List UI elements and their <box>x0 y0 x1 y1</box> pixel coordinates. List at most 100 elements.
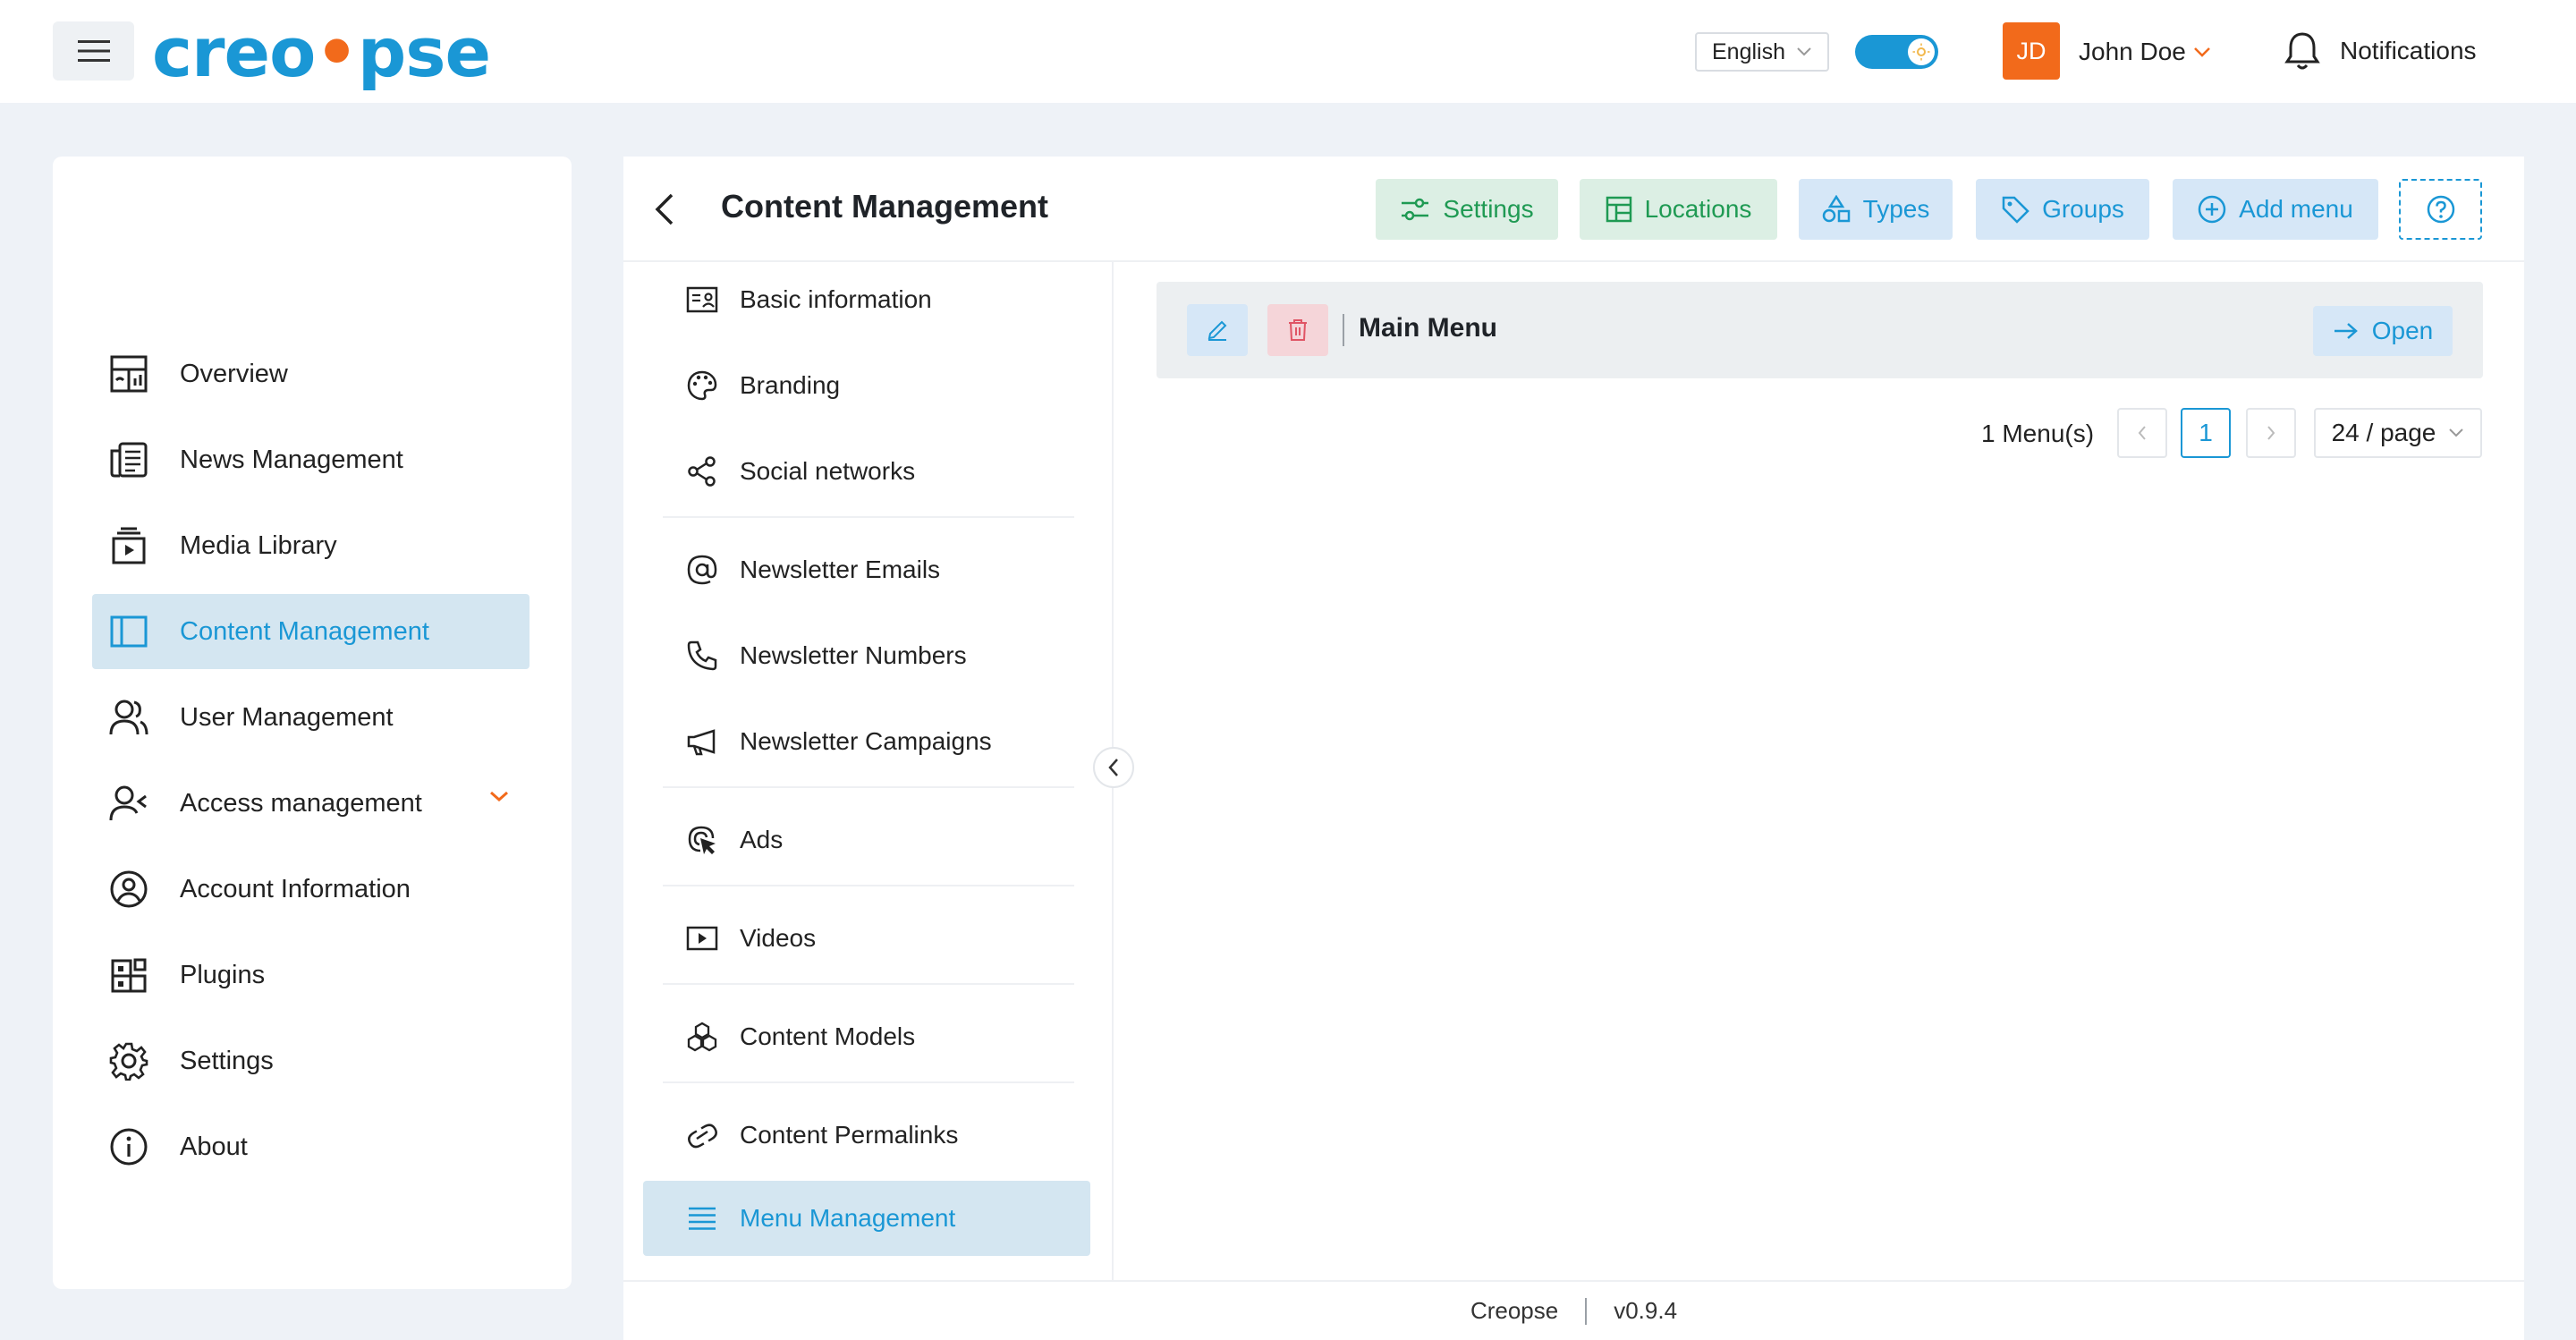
sidebar-item-content-management[interactable]: Content Management <box>92 594 530 669</box>
open-button-label: Open <box>2371 317 2434 344</box>
avatar[interactable]: JD <box>2003 22 2060 80</box>
sidebar-item-settings[interactable]: Settings <box>92 1023 530 1098</box>
sidebar-item-account-information[interactable]: Account Information <box>92 852 530 927</box>
sidebar-item-label: About <box>180 1132 248 1161</box>
sidebar-item-user-management[interactable]: User Management <box>92 680 530 755</box>
users-icon <box>106 695 151 740</box>
sidebar-item-label: Settings <box>180 1046 274 1075</box>
megaphone-icon <box>684 724 720 759</box>
subnav-item-content-models[interactable]: Content Models <box>643 999 1090 1074</box>
cubes-icon <box>684 1019 720 1055</box>
subnav-divider <box>663 885 1074 886</box>
subnav-item-basic-information[interactable]: Basic information <box>643 262 1090 337</box>
types-button-label: Types <box>1862 195 1930 223</box>
chevron-left-icon <box>2138 426 2146 440</box>
hamburger-menu-button[interactable] <box>53 21 134 81</box>
subnav-item-label: Content Permalinks <box>740 1121 959 1149</box>
bell-icon <box>2284 32 2320 70</box>
groups-button-label: Groups <box>2042 195 2124 223</box>
layout-icon <box>1606 196 1631 223</box>
page-number-button[interactable]: 1 <box>2181 408 2231 458</box>
sidebar-item-access-management[interactable]: Access management <box>92 766 530 841</box>
user-menu[interactable]: John Doe <box>2079 34 2211 70</box>
arrow-right-icon <box>2334 323 2358 339</box>
sidebar-item-overview[interactable]: Overview <box>92 336 530 411</box>
list-icon <box>684 1200 720 1236</box>
subnav-item-label: Newsletter Emails <box>740 556 941 583</box>
footer: Creopse v0.9.4 <box>623 1280 2524 1340</box>
theme-toggle[interactable] <box>1855 35 1938 69</box>
logo[interactable]: creo•pse <box>152 14 491 91</box>
subnav-item-label: Newsletter Numbers <box>740 641 967 669</box>
sidebar-item-media-library[interactable]: Media Library <box>92 508 530 583</box>
sidebar-item-about[interactable]: About <box>92 1109 530 1184</box>
content-subnav: Basic information Branding Social networ… <box>623 262 1114 1280</box>
locations-button-label: Locations <box>1644 195 1752 223</box>
subnav-item-newsletter-emails[interactable]: Newsletter Emails <box>643 532 1090 607</box>
info-icon <box>106 1124 151 1169</box>
notifications-button[interactable]: Notifications <box>2283 29 2477 73</box>
id-card-icon <box>684 282 720 318</box>
subnav-divider <box>663 983 1074 985</box>
page-title: Content Management <box>721 188 1049 225</box>
page-size-select[interactable]: 24 / page <box>2314 408 2482 458</box>
subnav-item-social-networks[interactable]: Social networks <box>643 434 1090 509</box>
account-icon <box>106 867 151 912</box>
edit-menu-button[interactable] <box>1187 304 1248 356</box>
link-icon <box>684 1117 720 1153</box>
sidebar-item-plugins[interactable]: Plugins <box>92 937 530 1013</box>
newspaper-icon <box>106 437 151 482</box>
subnav-item-ads[interactable]: Ads <box>643 802 1090 878</box>
layout-icon <box>106 609 151 654</box>
sidebar-item-label: News Management <box>180 445 403 474</box>
subnav-item-branding[interactable]: Branding <box>643 348 1090 423</box>
subnav-item-newsletter-numbers[interactable]: Newsletter Numbers <box>643 618 1090 693</box>
settings-button[interactable]: Settings <box>1376 179 1558 240</box>
menu-list-content: Main Menu Open 1 Menu(s) 1 24 / page <box>1114 262 2524 1280</box>
help-button[interactable] <box>2399 179 2482 240</box>
pencil-icon <box>1208 320 1227 341</box>
settings-button-label: Settings <box>1443 195 1534 223</box>
sidebar-item-label: Account Information <box>180 874 411 903</box>
language-select[interactable]: English <box>1695 32 1829 72</box>
subnav-item-label: Social networks <box>740 457 916 485</box>
plus-circle-icon <box>2198 195 2226 224</box>
subnav-item-label: Menu Management <box>740 1204 956 1232</box>
current-page: 1 <box>2199 419 2213 446</box>
subnav-item-newsletter-campaigns[interactable]: Newsletter Campaigns <box>643 704 1090 779</box>
sidebar-item-label: Plugins <box>180 960 266 989</box>
menu-count: 1 Menu(s) <box>1981 420 2095 447</box>
locations-button[interactable]: Locations <box>1580 179 1777 240</box>
sidebar-item-label: Media Library <box>180 530 337 560</box>
footer-separator <box>1585 1297 1588 1325</box>
phone-icon <box>684 638 720 674</box>
chevron-down-icon <box>1797 47 1811 56</box>
groups-button[interactable]: Groups <box>1976 179 2149 240</box>
subnav-item-menu-management[interactable]: Menu Management <box>643 1181 1090 1256</box>
prev-page-button[interactable] <box>2117 408 2167 458</box>
trash-icon <box>1289 319 1307 341</box>
user-name: John Doe <box>2079 38 2186 65</box>
add-menu-button[interactable]: Add menu <box>2173 179 2378 240</box>
subnav-divider <box>663 516 1074 518</box>
subnav-item-content-permalinks[interactable]: Content Permalinks <box>643 1098 1090 1173</box>
panel-header: Content Management Settings Locations Ty… <box>623 157 2524 262</box>
types-button[interactable]: Types <box>1799 179 1953 240</box>
footer-app-name: Creopse <box>1470 1297 1559 1324</box>
subnav-divider <box>663 1081 1074 1083</box>
subnav-item-label: Content Models <box>740 1022 916 1050</box>
next-page-button[interactable] <box>2246 408 2296 458</box>
add-menu-button-label: Add menu <box>2239 195 2353 223</box>
footer-version: v0.9.4 <box>1614 1297 1678 1324</box>
sidebar-item-news-management[interactable]: News Management <box>92 422 530 497</box>
share-icon <box>684 454 720 489</box>
back-button[interactable] <box>647 190 682 229</box>
user-access-icon <box>106 781 151 826</box>
top-header: creo•pse English JD John Doe Notificatio… <box>0 0 2576 103</box>
card-separator <box>1343 314 1344 346</box>
chevron-down-icon <box>2193 47 2210 57</box>
sidebar-item-label: Content Management <box>180 616 429 646</box>
delete-menu-button[interactable] <box>1267 304 1328 356</box>
subnav-item-videos[interactable]: Videos <box>643 901 1090 976</box>
open-menu-button[interactable]: Open <box>2313 306 2453 356</box>
